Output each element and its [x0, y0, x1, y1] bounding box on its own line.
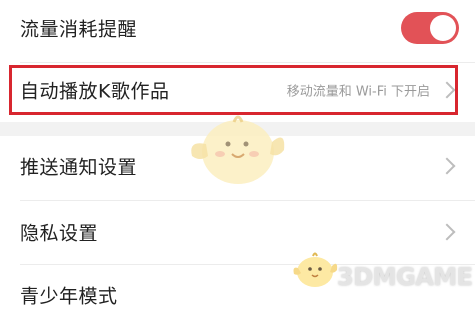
chevron-right-icon [438, 81, 456, 99]
toggle-knob [430, 15, 456, 41]
setting-row-push-notifications[interactable]: 推送通知设置 [0, 136, 475, 196]
watermark-text: 3DMGAME [337, 263, 473, 291]
chevron-right-icon [438, 157, 456, 175]
traffic-reminder-label: 流量消耗提醒 [20, 18, 138, 41]
setting-row-privacy[interactable]: 隐私设置 [0, 201, 475, 263]
push-notifications-label: 推送通知设置 [20, 156, 138, 179]
section-gap [0, 122, 475, 136]
chevron-right-icon [438, 223, 456, 241]
youth-mode-label: 青少年模式 [20, 285, 118, 308]
autoplay-value: 移动流量和 Wi-Fi 下开启 [286, 84, 430, 100]
setting-row-autoplay[interactable]: 自动播放K歌作品 移动流量和 Wi-Fi 下开启 [0, 63, 475, 117]
traffic-reminder-toggle[interactable] [401, 12, 459, 44]
autoplay-label: 自动播放K歌作品 [20, 80, 170, 103]
setting-row-traffic-reminder[interactable]: 流量消耗提醒 [0, 0, 475, 56]
privacy-label: 隐私设置 [20, 222, 99, 245]
